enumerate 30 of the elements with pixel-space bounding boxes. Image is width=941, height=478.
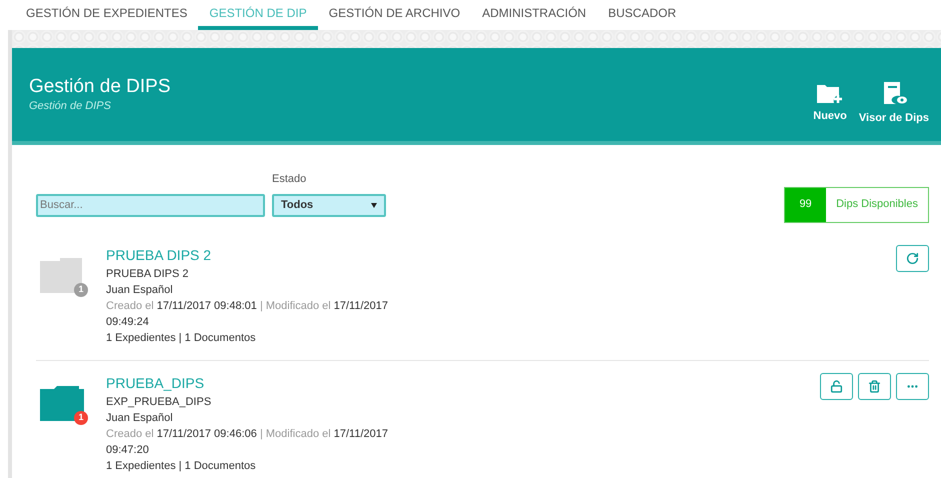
page-subtitle: Gestión de DIPS (29, 99, 112, 114)
delete-button[interactable] (858, 372, 891, 400)
count-badge: 1 (74, 410, 88, 424)
state-label: Estado (272, 172, 308, 187)
unlocked-padlock-icon (830, 380, 843, 392)
trash-icon (868, 380, 881, 392)
counts-text: 1 Expedientes | 1 Documentos (106, 330, 257, 346)
refresh-button[interactable] (896, 244, 929, 272)
refresh-icon (906, 252, 919, 264)
state-select[interactable]: Todos (272, 194, 386, 216)
dip-subtitle: EXP_PRUEBA_DIPS (106, 394, 212, 410)
folder-plus-icon (817, 82, 844, 104)
dates-text: Creado el 17/11/2017 09:48:01 | Modificado el 17/11/2017 09:49:24 (106, 298, 390, 330)
search-field[interactable]: Buscar... (36, 194, 265, 216)
nav-tab[interactable]: BUSCADOR (597, 0, 688, 30)
page-title: Gestión de DIPS (29, 76, 171, 98)
dip-subtitle: PRUEBA DIPS 2 (106, 266, 190, 282)
nav-tab[interactable]: ADMINISTRACIÓN (471, 0, 598, 30)
dropdown-caret-icon (371, 202, 377, 208)
unlock-button[interactable] (820, 372, 853, 400)
counts-text: 1 Expedientes | 1 Documentos (106, 458, 257, 474)
more-button[interactable] (896, 372, 929, 400)
author-name: Juan Español (106, 282, 174, 298)
available-count: 99 (785, 188, 826, 222)
count-badge: 1 (74, 282, 88, 296)
nav-tab[interactable]: GESTIÓN DE ARCHIVO (318, 0, 472, 30)
nav-tab[interactable]: GESTIÓN DE EXPEDIENTES (15, 0, 198, 30)
author-name: Juan Español (106, 410, 174, 426)
available-label: Dips Disponibles (835, 197, 919, 212)
dates-text: Creado el 17/11/2017 09:46:06 | Modificado el 17/11/2017 09:47:20 (106, 426, 390, 458)
